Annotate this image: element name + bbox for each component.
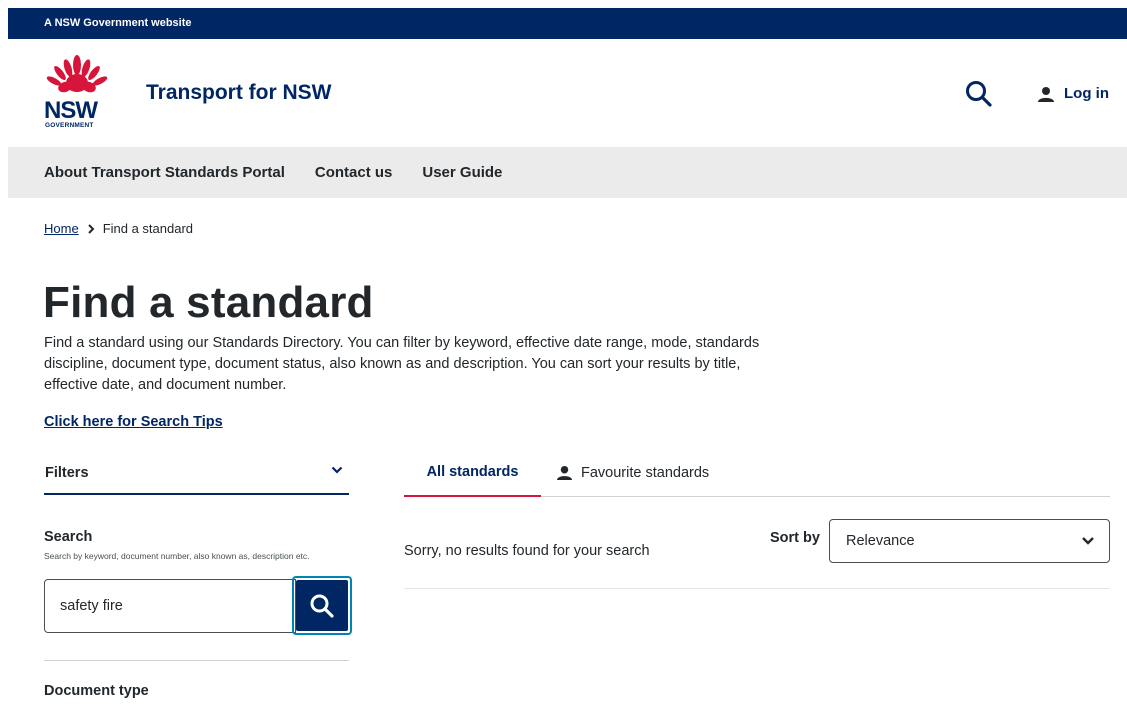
no-results-message: Sorry, no results found for your search (404, 543, 650, 559)
chevron-down-icon (331, 466, 343, 474)
chevron-right-icon (87, 223, 95, 234)
government-masthead: A NSW Government website (8, 8, 1127, 39)
search-hint: Search by keyword, document number, also… (44, 551, 310, 561)
search-tips-link[interactable]: Click here for Search Tips (44, 414, 223, 430)
tab-favourite-standards[interactable]: Favourite standards (557, 452, 709, 497)
login-button[interactable]: Log in (1038, 85, 1109, 102)
person-icon (557, 465, 572, 480)
main-navigation: About Transport Standards Portal Contact… (8, 147, 1127, 198)
filters-toggle[interactable]: Filters (44, 451, 349, 495)
document-type-heading[interactable]: Document type (44, 683, 149, 699)
search-heading: Search (44, 529, 93, 545)
filter-divider (44, 660, 349, 661)
person-icon (1038, 86, 1054, 102)
logo-subtext: GOVERNMENT (45, 122, 94, 129)
tab-all-standards[interactable]: All standards (404, 452, 541, 497)
nsw-government-logo[interactable]: NSW GOVERNMENT (44, 55, 110, 131)
filters-label: Filters (45, 465, 89, 481)
logo-wordmark: NSW (44, 97, 98, 124)
search-submit-face (296, 580, 348, 631)
masthead-text: A NSW Government website (44, 17, 192, 29)
tab-favourite-label: Favourite standards (581, 464, 710, 481)
search-icon (310, 594, 334, 618)
sort-selected-value: Relevance (846, 533, 915, 549)
nav-item-about[interactable]: About Transport Standards Portal (44, 164, 285, 181)
nav-item-user-guide[interactable]: User Guide (422, 164, 502, 181)
page-title: Find a standard (43, 278, 374, 327)
site-header: NSW GOVERNMENT Transport for NSW Log in (8, 39, 1127, 147)
search-submit-button[interactable] (292, 576, 352, 635)
search-icon (966, 81, 992, 107)
sort-by-label: Sort by (770, 530, 820, 546)
header-search-button[interactable] (964, 79, 994, 109)
breadcrumb: Home Find a standard (44, 221, 193, 236)
breadcrumb-home-link[interactable]: Home (44, 221, 79, 236)
page-intro: Find a standard using our Standards Dire… (44, 335, 760, 393)
results-tabs: All standards Favourite standards (404, 452, 1110, 497)
results-divider (404, 588, 1110, 589)
waratah-icon (46, 55, 108, 93)
sort-select[interactable]: Relevance (829, 519, 1110, 563)
login-label: Log in (1064, 85, 1109, 102)
nav-item-contact[interactable]: Contact us (315, 164, 393, 181)
keyword-search-input[interactable] (44, 579, 296, 633)
site-title[interactable]: Transport for NSW (146, 81, 332, 105)
chevron-down-icon (1082, 537, 1094, 545)
breadcrumb-current: Find a standard (102, 221, 194, 236)
